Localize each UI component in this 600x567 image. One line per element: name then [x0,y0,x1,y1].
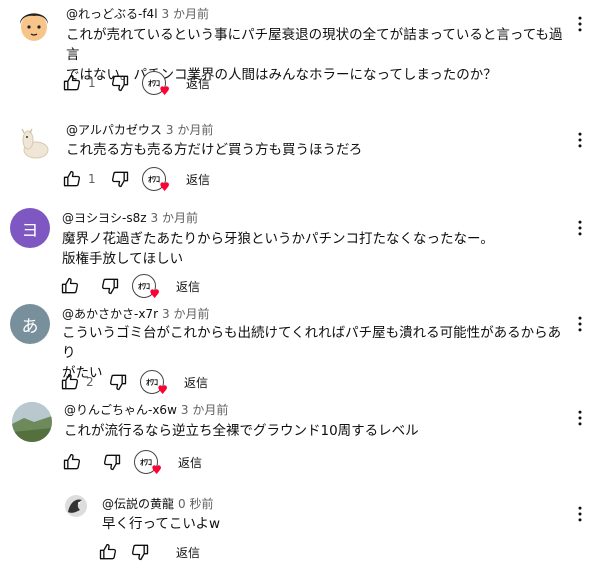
thumbs-up-icon [60,372,80,392]
comment-time[interactable]: 3 か月前 [166,123,213,137]
comment-text: これが流行るなら逆立ち全裸でグラウンド10周するレベル [64,423,419,439]
comment-author[interactable]: @れっどぶる-f4l [66,7,158,21]
comment-text: これ売る方も売る方だけど買う方も買うほうだろ [66,142,363,158]
heart-icon: ♥ [159,84,170,98]
comment-author[interactable]: @ヨシヨシ-s8z [62,211,147,225]
creator-heart-badge: ｵﾜｺ ♥ [134,450,162,476]
more-vert-icon [570,14,590,34]
thumbs-up-icon [62,169,82,189]
boy-face-avatar-icon [20,13,48,41]
thumbs-up-icon [62,73,82,93]
thumbs-down-icon [110,73,130,93]
avatar[interactable] [12,402,52,442]
thumbs-up-icon [60,276,80,296]
comment-author[interactable]: @伝説の黄龍 [102,497,174,511]
heart-icon: ♥ [159,180,170,194]
comment-author[interactable]: @りんごちゃん-x6w [64,403,177,417]
thumbs-up-icon [62,452,82,472]
dislike-button[interactable] [108,71,132,95]
heart-icon: ♥ [151,463,162,477]
more-options-button[interactable] [570,312,590,336]
like-count: 2 [86,375,94,389]
reply-button[interactable]: 返信 [184,374,208,391]
reply-button[interactable]: 返信 [178,454,202,471]
like-count: 1 [88,76,96,90]
reply-button[interactable]: 返信 [186,75,210,92]
more-options-button[interactable] [570,216,590,240]
reply-button[interactable]: 返信 [186,171,210,188]
thumbs-down-icon [130,542,150,562]
thumbs-down-icon [102,452,122,472]
like-button[interactable] [58,274,82,298]
more-vert-icon [570,504,590,524]
thumbs-up-icon [98,542,118,562]
reply-button[interactable]: 返信 [176,278,200,295]
like-button[interactable] [60,71,84,95]
comment-author[interactable]: @アルパカゼウス [66,123,162,137]
creator-heart-badge: ｵﾜｺ ♥ [142,167,170,193]
more-options-button[interactable] [570,128,590,152]
avatar-initial: ヨ [21,220,39,241]
heart-icon: ♥ [157,383,168,397]
thumbs-down-icon [100,276,120,296]
alpaca-avatar-icon [21,128,49,159]
avatar[interactable] [14,124,54,164]
more-options-button[interactable] [570,12,590,36]
like-button[interactable] [60,167,84,191]
creator-heart-badge: ｵﾜｺ ♥ [142,71,170,97]
like-button[interactable] [96,540,120,564]
comment-text: 魔界ノ花過ぎたあたりから牙狼というかパチンコ打たなくなったなー。 版権手放してほ… [62,231,494,267]
more-vert-icon [570,314,590,334]
comment-time[interactable]: 0 秒前 [178,497,213,511]
avatar[interactable]: あ [10,304,50,344]
comment-time[interactable]: 3 か月前 [151,211,198,225]
like-button[interactable] [60,450,84,474]
avatar-initial: あ [21,316,39,337]
like-count: 1 [88,172,96,186]
creator-heart-badge: ｵﾜｺ ♥ [140,370,168,396]
comment-author[interactable]: @あかさかさ-x7r [62,307,158,321]
comment-time[interactable]: 3 か月前 [181,403,228,417]
landscape-photo-icon [12,402,52,442]
like-button[interactable] [58,370,82,394]
comment-time[interactable]: 3 か月前 [162,307,209,321]
comment-text: 早く行ってこいよw [102,516,221,532]
thumbs-down-icon [110,169,130,189]
dislike-button[interactable] [106,370,130,394]
more-options-button[interactable] [570,406,590,430]
more-vert-icon [570,130,590,150]
avatar[interactable] [64,494,88,518]
creator-heart-badge: ｵﾜｺ ♥ [132,274,160,300]
avatar[interactable]: ヨ [10,208,50,248]
dislike-button[interactable] [100,450,124,474]
more-vert-icon [570,408,590,428]
more-vert-icon [570,218,590,238]
thumbs-down-icon [108,372,128,392]
comment-time[interactable]: 3 か月前 [162,7,209,21]
more-options-button[interactable] [570,502,590,526]
reply-button[interactable]: 返信 [176,544,200,561]
avatar[interactable] [14,4,54,44]
dislike-button[interactable] [98,274,122,298]
heart-icon: ♥ [149,287,160,301]
dragon-avatar-icon [65,495,87,517]
dislike-button[interactable] [128,540,152,564]
dislike-button[interactable] [108,167,132,191]
